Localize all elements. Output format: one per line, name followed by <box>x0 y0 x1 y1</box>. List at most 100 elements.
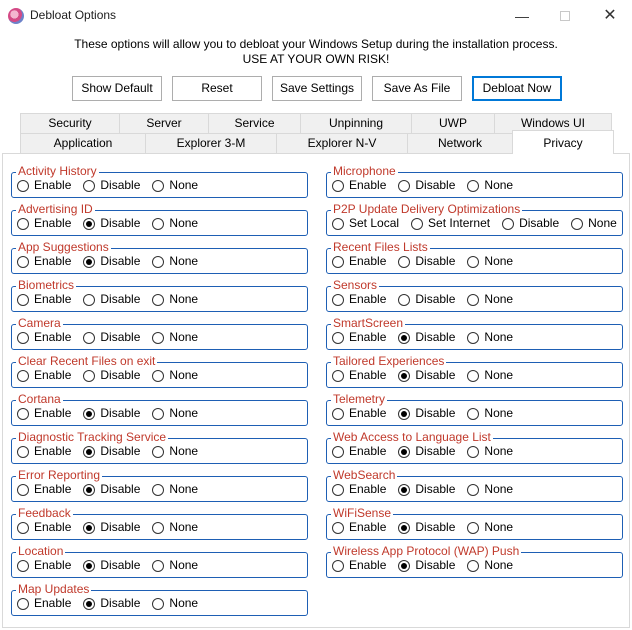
radio-disable[interactable]: Disable <box>83 255 140 268</box>
save-as-file-button[interactable]: Save As File <box>372 76 462 101</box>
radio-button-icon[interactable] <box>17 293 29 306</box>
radio-button-icon[interactable] <box>467 407 480 420</box>
radio-enable[interactable]: Enable <box>332 369 386 382</box>
radio-button-icon[interactable] <box>17 217 29 230</box>
radio-disable[interactable]: Disable <box>398 445 455 458</box>
radio-button-icon[interactable] <box>332 407 344 420</box>
radio-button-icon[interactable] <box>152 179 165 192</box>
radio-button-icon[interactable] <box>467 255 480 268</box>
radio-none[interactable]: None <box>467 293 513 306</box>
radio-button-icon[interactable] <box>83 255 96 268</box>
radio-button-icon[interactable] <box>152 331 165 344</box>
radio-none[interactable]: None <box>467 407 513 420</box>
save-settings-button[interactable]: Save Settings <box>272 76 362 101</box>
radio-button-icon[interactable] <box>152 369 165 382</box>
radio-enable[interactable]: Enable <box>332 445 386 458</box>
radio-enable[interactable]: Enable <box>17 331 71 344</box>
radio-none[interactable]: None <box>467 255 513 268</box>
radio-enable[interactable]: Enable <box>17 445 71 458</box>
reset-button[interactable]: Reset <box>172 76 262 101</box>
radio-button-icon[interactable] <box>332 559 344 572</box>
tab-uwp[interactable]: UWP <box>411 113 495 133</box>
radio-none[interactable]: None <box>152 217 198 230</box>
radio-enable[interactable]: Enable <box>332 521 386 534</box>
radio-none[interactable]: None <box>467 521 513 534</box>
radio-enable[interactable]: Enable <box>332 179 386 192</box>
radio-button-icon[interactable] <box>398 255 411 268</box>
radio-button-icon[interactable] <box>332 293 344 306</box>
radio-disable[interactable]: Disable <box>83 445 140 458</box>
radio-button-icon[interactable] <box>83 407 96 420</box>
radio-enable[interactable]: Enable <box>17 293 71 306</box>
radio-button-icon[interactable] <box>411 217 424 230</box>
radio-button-icon[interactable] <box>398 293 411 306</box>
radio-enable[interactable]: Enable <box>17 521 71 534</box>
radio-button-icon[interactable] <box>83 293 96 306</box>
radio-button-icon[interactable] <box>17 597 29 610</box>
radio-button-icon[interactable] <box>467 521 480 534</box>
radio-button-icon[interactable] <box>332 445 344 458</box>
radio-disable[interactable]: Disable <box>83 331 140 344</box>
radio-disable[interactable]: Disable <box>398 331 455 344</box>
radio-enable[interactable]: Enable <box>17 217 71 230</box>
radio-button-icon[interactable] <box>152 597 165 610</box>
radio-none[interactable]: None <box>152 445 198 458</box>
radio-none[interactable]: None <box>152 255 198 268</box>
radio-button-icon[interactable] <box>467 293 480 306</box>
radio-none[interactable]: None <box>152 369 198 382</box>
radio-button-icon[interactable] <box>332 217 344 230</box>
radio-disable[interactable]: Disable <box>398 483 455 496</box>
radio-button-icon[interactable] <box>332 483 344 496</box>
radio-disable[interactable]: Disable <box>83 559 140 572</box>
radio-button-icon[interactable] <box>332 255 344 268</box>
tab-application[interactable]: Application <box>20 133 146 153</box>
radio-button-icon[interactable] <box>152 445 165 458</box>
radio-none[interactable]: None <box>467 559 513 572</box>
radio-none[interactable]: None <box>152 331 198 344</box>
radio-button-icon[interactable] <box>467 331 480 344</box>
radio-button-icon[interactable] <box>17 559 29 572</box>
radio-disable[interactable]: Disable <box>398 407 455 420</box>
close-button[interactable]: ✕ <box>600 6 620 26</box>
radio-button-icon[interactable] <box>152 559 165 572</box>
radio-disable[interactable]: Disable <box>502 217 559 230</box>
radio-button-icon[interactable] <box>398 369 411 382</box>
radio-button-icon[interactable] <box>502 217 515 230</box>
radio-disable[interactable]: Disable <box>398 179 455 192</box>
radio-disable[interactable]: Disable <box>83 597 140 610</box>
radio-none[interactable]: None <box>152 559 198 572</box>
radio-enable[interactable]: Enable <box>17 559 71 572</box>
radio-button-icon[interactable] <box>152 217 165 230</box>
radio-button-icon[interactable] <box>467 559 480 572</box>
tab-security[interactable]: Security <box>20 113 120 133</box>
radio-button-icon[interactable] <box>17 407 29 420</box>
radio-none[interactable]: None <box>152 597 198 610</box>
radio-button-icon[interactable] <box>152 483 165 496</box>
radio-none[interactable]: None <box>152 483 198 496</box>
radio-button-icon[interactable] <box>467 445 480 458</box>
radio-button-icon[interactable] <box>152 521 165 534</box>
radio-button-icon[interactable] <box>83 521 96 534</box>
radio-button-icon[interactable] <box>17 483 29 496</box>
radio-button-icon[interactable] <box>467 483 480 496</box>
radio-none[interactable]: None <box>152 293 198 306</box>
radio-button-icon[interactable] <box>17 369 29 382</box>
tab-unpinning[interactable]: Unpinning <box>300 113 412 133</box>
radio-disable[interactable]: Disable <box>83 407 140 420</box>
maximize-button[interactable] <box>556 6 576 26</box>
radio-button-icon[interactable] <box>398 179 411 192</box>
radio-button-icon[interactable] <box>152 255 165 268</box>
radio-button-icon[interactable] <box>398 331 411 344</box>
radio-enable[interactable]: Enable <box>332 255 386 268</box>
radio-button-icon[interactable] <box>398 445 411 458</box>
radio-enable[interactable]: Enable <box>332 559 386 572</box>
radio-button-icon[interactable] <box>332 179 344 192</box>
radio-button-icon[interactable] <box>83 217 96 230</box>
radio-button-icon[interactable] <box>17 521 29 534</box>
radio-disable[interactable]: Disable <box>398 521 455 534</box>
tab-explorer-n-v[interactable]: Explorer N-V <box>276 133 408 153</box>
radio-enable[interactable]: Enable <box>17 255 71 268</box>
radio-disable[interactable]: Disable <box>398 559 455 572</box>
radio-button-icon[interactable] <box>152 293 165 306</box>
radio-button-icon[interactable] <box>467 369 480 382</box>
